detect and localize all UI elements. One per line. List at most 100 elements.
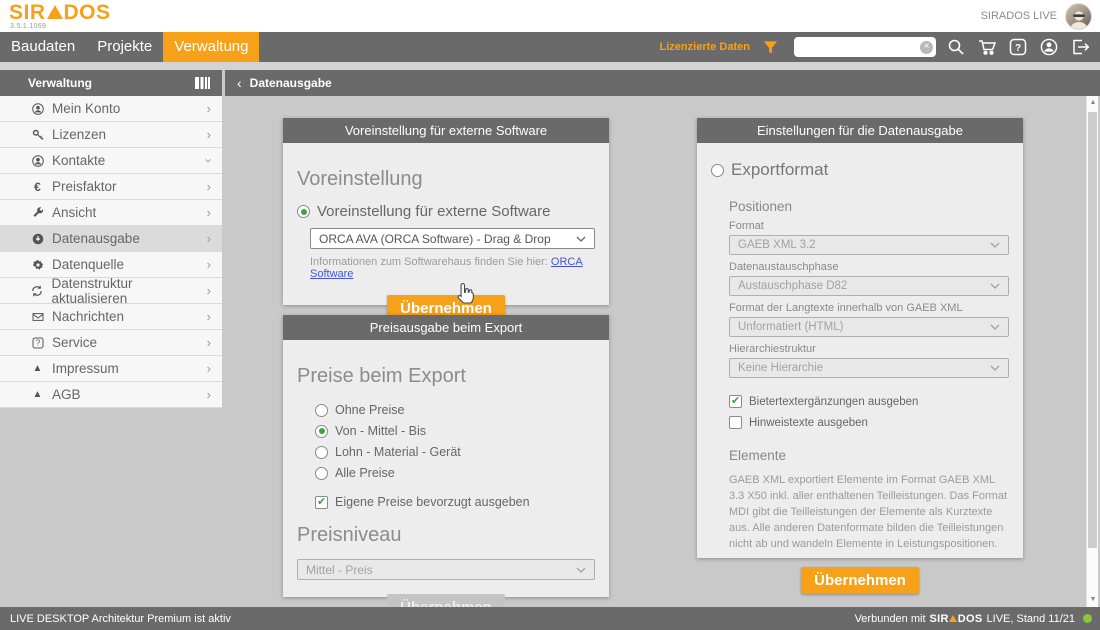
chevron-right-icon: › [207, 361, 211, 376]
apply-output-button[interactable]: Übernehmen [801, 567, 919, 594]
online-status-dot [1083, 614, 1092, 623]
breadcrumb[interactable]: ‹ Datenausgabe [225, 70, 1100, 96]
section-title: Voreinstellung [297, 168, 595, 191]
footer-brand: SIRDOS [930, 613, 983, 625]
own-prices-checkbox[interactable] [315, 496, 328, 509]
chevron-right-icon: › [207, 309, 211, 324]
own-prices-checkbox-row[interactable]: Eigene Preise bevorzugt ausgeben [315, 495, 595, 509]
chevron-right-icon: › [207, 335, 211, 350]
output-checkboxes: Bietertextergänzungen ausgeben Hinweiste… [729, 395, 1009, 429]
panel-title: Einstellungen für die Datenausgabe [697, 118, 1023, 143]
user-box[interactable]: SIRADOS LIVE [981, 0, 1092, 32]
search-input[interactable] [800, 39, 918, 55]
bidder-text-checkbox-row[interactable]: Bietertextergänzungen ausgeben [729, 395, 1009, 408]
vertical-scrollbar[interactable]: ▲ ▼ [1086, 96, 1098, 607]
sidebar-item-kontakte[interactable]: Kontakte› [0, 148, 222, 174]
collapse-panel-icon[interactable] [195, 77, 210, 89]
chevron-down-icon [576, 567, 586, 573]
back-chevron-icon[interactable]: ‹ [237, 75, 242, 91]
exportformat-radio-row[interactable]: Exportformat [711, 160, 1009, 180]
sidebar-item-service[interactable]: ?Service› [0, 330, 222, 356]
help-icon[interactable]: ? [1007, 37, 1029, 57]
software-select[interactable]: ORCA AVA (ORCA Software) - Drag & Drop [310, 228, 595, 249]
radio-option-alle-preise[interactable]: Alle Preise [315, 466, 595, 480]
chevron-down-icon [990, 242, 1000, 248]
chevron-down-icon [990, 324, 1000, 330]
scrollbar-thumb[interactable] [1088, 112, 1097, 548]
sidebar-item-agb[interactable]: ▲AGB› [0, 382, 222, 408]
hint-text-checkbox-row[interactable]: Hinweistexte ausgeben [729, 416, 1009, 429]
sidebar-item-nachrichten[interactable]: Nachrichten› [0, 304, 222, 330]
filter-icon[interactable] [759, 37, 781, 57]
sidebar-item-preisfaktor[interactable]: €Preisfaktor› [0, 174, 222, 200]
breadcrumb-label: Datenausgabe [250, 76, 332, 90]
panel-title: Voreinstellung für externe Software [283, 118, 609, 143]
clear-search-icon[interactable]: × [920, 41, 933, 54]
logo-triangle-icon: ▲ [30, 389, 45, 400]
radio-option-ohne-preise[interactable]: Ohne Preise [315, 403, 595, 417]
sidebar-item-impressum[interactable]: ▲Impressum› [0, 356, 222, 382]
select-value: Mittel - Preis [306, 563, 373, 577]
sidebar-item-datenausgabe[interactable]: Datenausgabe› [0, 226, 222, 252]
licensed-data-label[interactable]: Lizenzierte Daten [660, 41, 750, 53]
search-icon[interactable] [945, 37, 967, 57]
app-version: 3.5.1.1069 [10, 23, 46, 30]
hint-text-checkbox[interactable] [729, 416, 742, 429]
logout-icon[interactable] [1069, 37, 1091, 57]
radio-option-lohn-material-geraet[interactable]: Lohn - Material - Gerät [315, 445, 595, 459]
sidebar-item-ansicht[interactable]: Ansicht› [0, 200, 222, 226]
panel-preset-software: Voreinstellung für externe Software Vore… [283, 118, 609, 305]
sidebar-title: Verwaltung [28, 76, 92, 90]
radio[interactable] [315, 446, 328, 459]
preset-radio[interactable] [297, 205, 310, 218]
radio[interactable] [315, 404, 328, 417]
tab-projekte[interactable]: Projekte [86, 32, 163, 62]
cart-icon[interactable] [976, 37, 998, 57]
gear-icon [30, 259, 45, 271]
chevron-right-icon: › [207, 257, 211, 272]
scroll-up-icon[interactable]: ▲ [1087, 96, 1099, 110]
field-hierarchiestruktur: Hierarchiestruktur Keine Hierarchie [729, 343, 1009, 378]
phase-select: Austauschphase D82 [729, 276, 1009, 296]
search-box[interactable]: × [794, 37, 936, 57]
elements-description: GAEB XML exportiert Elemente im Format G… [729, 473, 1009, 553]
chevron-right-icon: › [207, 387, 211, 402]
account-icon[interactable] [1038, 37, 1060, 57]
radio[interactable] [315, 467, 328, 480]
bidder-text-checkbox[interactable] [729, 395, 742, 408]
field-format: Format GAEB XML 3.2 [729, 220, 1009, 255]
exportformat-radio[interactable] [711, 164, 724, 177]
user-label: SIRADOS LIVE [981, 10, 1057, 22]
section-title: Preise beim Export [297, 365, 595, 388]
sidebar-item-datenstruktur[interactable]: Datenstruktur aktualisieren› [0, 278, 222, 304]
hierarchy-select: Keine Hierarchie [729, 358, 1009, 378]
tab-verwaltung[interactable]: Verwaltung [163, 32, 259, 62]
sync-icon [30, 285, 45, 297]
chevron-right-icon: › [207, 101, 211, 116]
svg-text:?: ? [35, 338, 40, 347]
preset-radio-label: Voreinstellung für externe Software [317, 203, 550, 220]
logo-triangle-icon [949, 615, 957, 622]
divider-strip [0, 62, 1100, 70]
chevron-right-icon: › [207, 205, 211, 220]
status-bar: LIVE DESKTOP Architektur Premium ist akt… [0, 607, 1100, 630]
radio[interactable] [315, 425, 328, 438]
field-langtexte-format: Format der Langtexte innerhalb von GAEB … [729, 302, 1009, 337]
price-options-group: Ohne Preise Von - Mittel - Bis Lohn - Ma… [315, 403, 595, 480]
user-icon [30, 155, 45, 167]
help-icon: ? [30, 337, 45, 349]
user-avatar[interactable] [1065, 3, 1092, 30]
sidebar-item-lizenzen[interactable]: Lizenzen› [0, 122, 222, 148]
sidebar-item-datenquelle[interactable]: Datenquelle› [0, 252, 222, 278]
radio-option-von-mittel-bis[interactable]: Von - Mittel - Bis [315, 424, 595, 438]
format-select: GAEB XML 3.2 [729, 235, 1009, 255]
logo-triangle-icon: ▲ [30, 363, 45, 374]
sidebar-menu: Mein Konto› Lizenzen› Kontakte› €Preisfa… [0, 96, 222, 408]
scroll-down-icon[interactable]: ▼ [1087, 593, 1099, 607]
logo-text-pre: SIR [9, 1, 46, 24]
sidebar-item-mein-konto[interactable]: Mein Konto› [0, 96, 222, 122]
tab-baudaten[interactable]: Baudaten [0, 32, 86, 62]
euro-icon: € [30, 180, 45, 194]
key-icon [30, 129, 45, 141]
positions-title: Positionen [729, 199, 1009, 214]
